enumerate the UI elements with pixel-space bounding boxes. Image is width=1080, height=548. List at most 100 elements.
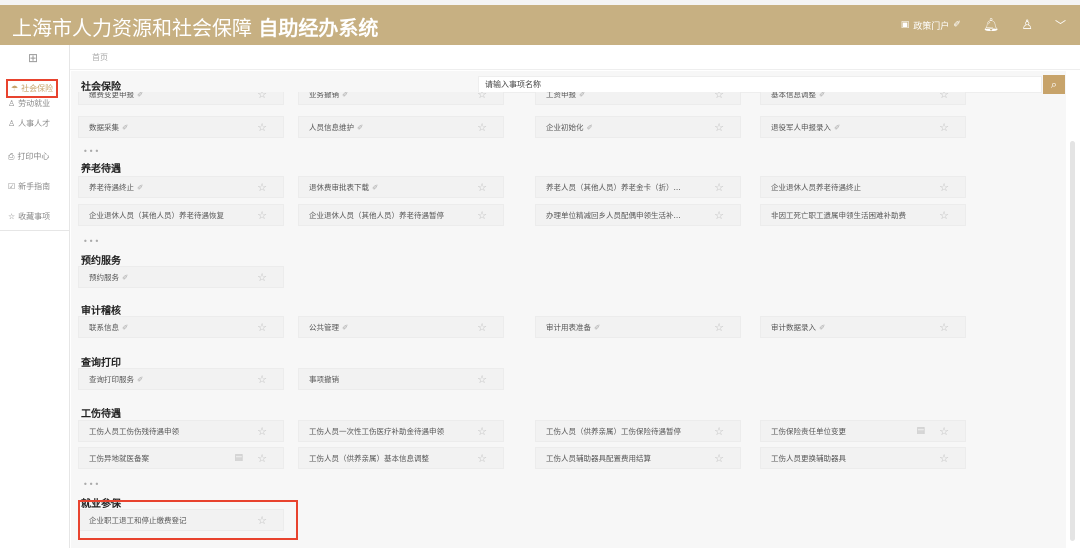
service-card-label: 公共管理 xyxy=(309,322,339,332)
star-icon[interactable]: ☆ xyxy=(257,181,267,194)
sidebar-item-personnel[interactable]: ♙ 人事人才 xyxy=(8,118,50,129)
apps-grid-icon[interactable]: ⊞ xyxy=(28,51,38,65)
section-title: 预约服务 xyxy=(81,256,121,267)
star-icon[interactable]: ☆ xyxy=(939,121,949,134)
service-card[interactable]: 工伤异地就医备案 ▤ ☆ xyxy=(78,447,284,469)
star-icon[interactable]: ☆ xyxy=(477,121,487,134)
link-icon: ✐ xyxy=(579,92,586,99)
star-icon[interactable]: ☆ xyxy=(477,92,487,101)
service-card-label: 养老人员（其他人员）养老金卡（折）... xyxy=(546,182,681,192)
star-icon[interactable]: ☆ xyxy=(714,321,724,334)
bell-icon[interactable]: 🔔︎ xyxy=(983,18,1000,33)
document-icon[interactable]: ▤ xyxy=(916,426,925,436)
service-card[interactable]: 养老待遇终止 ✐ ☆ xyxy=(78,176,284,198)
star-icon[interactable]: ☆ xyxy=(257,271,267,284)
service-card[interactable]: 办理单位精减回乡人员配偶申领生活补... ☆ xyxy=(535,204,741,226)
star-icon[interactable]: ☆ xyxy=(477,452,487,465)
sidebar-item-favorites[interactable]: ☆ 收藏事项 xyxy=(8,211,50,222)
service-card[interactable]: 工资申报 ✐ ☆ xyxy=(535,92,741,105)
scrollbar[interactable] xyxy=(1066,71,1080,548)
service-card[interactable]: 企业退休人员养老待遇终止 ☆ xyxy=(760,176,966,198)
service-card[interactable]: 非因工死亡职工遗属申领生活困难补助费 ☆ xyxy=(760,204,966,226)
service-card-label: 工伤保险责任单位变更 xyxy=(771,426,846,436)
sidebar-item-social-insurance[interactable]: ☂ 社会保险 xyxy=(6,79,59,98)
chevron-down-icon[interactable]: ﹀ xyxy=(1055,17,1066,33)
service-card[interactable]: 缴费变更申报 ✐ ☆ xyxy=(78,92,284,105)
service-card[interactable]: 人员信息维护 ✐ ☆ xyxy=(298,116,504,138)
star-icon[interactable]: ☆ xyxy=(257,209,267,222)
service-card[interactable]: 数据采集 ✐ ☆ xyxy=(78,116,284,138)
more-dots[interactable]: ••• xyxy=(83,480,100,489)
service-card-label: 数据采集 xyxy=(89,122,119,132)
people-icon: ♙ xyxy=(8,119,16,128)
star-icon[interactable]: ☆ xyxy=(939,181,949,194)
star-icon[interactable]: ☆ xyxy=(714,181,724,194)
service-card-label: 业务撤销 xyxy=(309,92,339,99)
star-icon[interactable]: ☆ xyxy=(257,321,267,334)
star-icon[interactable]: ☆ xyxy=(477,425,487,438)
star-icon[interactable]: ☆ xyxy=(714,92,724,101)
star-icon[interactable]: ☆ xyxy=(257,373,267,386)
service-card[interactable]: 退役军人申报录入 ✐ ☆ xyxy=(760,116,966,138)
partial-row: 缴费变更申报 ✐ ☆ 业务撤销 ✐ ☆ 工资申报 ✐ ☆ 基本信息调整 ✐ ☆ xyxy=(71,92,1066,106)
service-card[interactable]: 工伤人员辅助器具配置费用结算 ☆ xyxy=(535,447,741,469)
service-card[interactable]: 工伤人员（供养亲属）基本信息调整 ☆ xyxy=(298,447,504,469)
sidebar-item-labor-employment[interactable]: ♙ 劳动就业 xyxy=(8,98,50,109)
service-card[interactable]: 工伤保险责任单位变更 ▤ ☆ xyxy=(760,420,966,442)
user-icon[interactable]: ♙ xyxy=(1021,18,1033,33)
service-card[interactable]: 审计数据录入 ✐ ☆ xyxy=(760,316,966,338)
service-card[interactable]: 业务撤销 ✐ ☆ xyxy=(298,92,504,105)
star-icon[interactable]: ☆ xyxy=(477,209,487,222)
star-icon[interactable]: ☆ xyxy=(477,181,487,194)
star-icon[interactable]: ☆ xyxy=(257,121,267,134)
main-content: 社会保险 请输入事项名称 ⌕ 缴费变更申报 ✐ ☆ 业务撤销 ✐ ☆ 工资申报 ✐ ☆ 基本信息调… xyxy=(71,71,1066,548)
star-icon[interactable]: ☆ xyxy=(939,321,949,334)
service-card[interactable]: 工伤人员更换辅助器具 ☆ xyxy=(760,447,966,469)
star-icon[interactable]: ☆ xyxy=(714,425,724,438)
document-icon[interactable]: ▤ xyxy=(234,453,243,463)
service-card[interactable]: 退休费审批表下载 ✐ ☆ xyxy=(298,176,504,198)
service-card[interactable]: 预约服务 ✐ ☆ xyxy=(78,266,284,288)
service-card[interactable]: 公共管理 ✐ ☆ xyxy=(298,316,504,338)
star-icon[interactable]: ☆ xyxy=(257,452,267,465)
service-card[interactable]: 养老人员（其他人员）养老金卡（折）... ☆ xyxy=(535,176,741,198)
breadcrumb-home[interactable]: 首页 xyxy=(92,52,108,63)
star-icon[interactable]: ☆ xyxy=(477,373,487,386)
service-card[interactable]: 企业退休人员（其他人员）养老待遇暂停 ☆ xyxy=(298,204,504,226)
sidebar-item-guide[interactable]: ☑ 新手指南 xyxy=(8,181,50,192)
service-card[interactable]: 企业初始化 ✐ ☆ xyxy=(535,116,741,138)
title-light: 上海市人力资源和社会保障 xyxy=(12,16,252,40)
service-card[interactable]: 审计用表准备 ✐ ☆ xyxy=(535,316,741,338)
search-input[interactable]: 请输入事项名称 xyxy=(478,76,1042,93)
more-dots[interactable]: ••• xyxy=(83,237,100,246)
more-dots[interactable]: ••• xyxy=(83,147,100,156)
service-card[interactable]: 企业退休人员（其他人员）养老待遇恢复 ☆ xyxy=(78,204,284,226)
service-card[interactable]: 联系信息 ✐ ☆ xyxy=(78,316,284,338)
sidebar-item-print-center[interactable]: ⎙ 打印中心 xyxy=(8,151,49,162)
star-icon[interactable]: ☆ xyxy=(939,425,949,438)
service-card[interactable]: 工伤人员（供养亲属）工伤保险待遇暂停 ☆ xyxy=(535,420,741,442)
star-icon[interactable]: ☆ xyxy=(257,425,267,438)
star-icon[interactable]: ☆ xyxy=(257,92,267,101)
monitor-icon: ▣ xyxy=(900,20,910,30)
service-card-label: 办理单位精减回乡人员配偶申领生活补... xyxy=(546,210,681,220)
star-icon[interactable]: ☆ xyxy=(939,209,949,222)
star-icon[interactable]: ☆ xyxy=(939,92,949,101)
service-card-label: 审计数据录入 xyxy=(771,322,816,332)
service-card[interactable]: 事项撤销 ☆ xyxy=(298,368,504,390)
service-card[interactable]: 查询打印服务 ✐ ☆ xyxy=(78,368,284,390)
service-card-label: 缴费变更申报 xyxy=(89,92,134,99)
service-card[interactable]: 工伤人员工伤伤残待遇申领 ☆ xyxy=(78,420,284,442)
star-icon[interactable]: ☆ xyxy=(714,452,724,465)
portal-link[interactable]: ▣ 政策门户 ✐ xyxy=(901,19,961,32)
star-icon[interactable]: ☆ xyxy=(714,121,724,134)
star-icon[interactable]: ☆ xyxy=(714,209,724,222)
link-icon: ✐ xyxy=(137,374,144,384)
service-card[interactable]: 工伤人员一次性工伤医疗补助金待遇申领 ☆ xyxy=(298,420,504,442)
star-icon[interactable]: ☆ xyxy=(939,452,949,465)
sidebar-label: 打印中心 xyxy=(17,152,50,161)
service-card[interactable]: 基本信息调整 ✐ ☆ xyxy=(760,92,966,105)
scrollbar-thumb[interactable] xyxy=(1070,141,1075,541)
service-card-label: 预约服务 xyxy=(89,272,119,282)
star-icon[interactable]: ☆ xyxy=(477,321,487,334)
